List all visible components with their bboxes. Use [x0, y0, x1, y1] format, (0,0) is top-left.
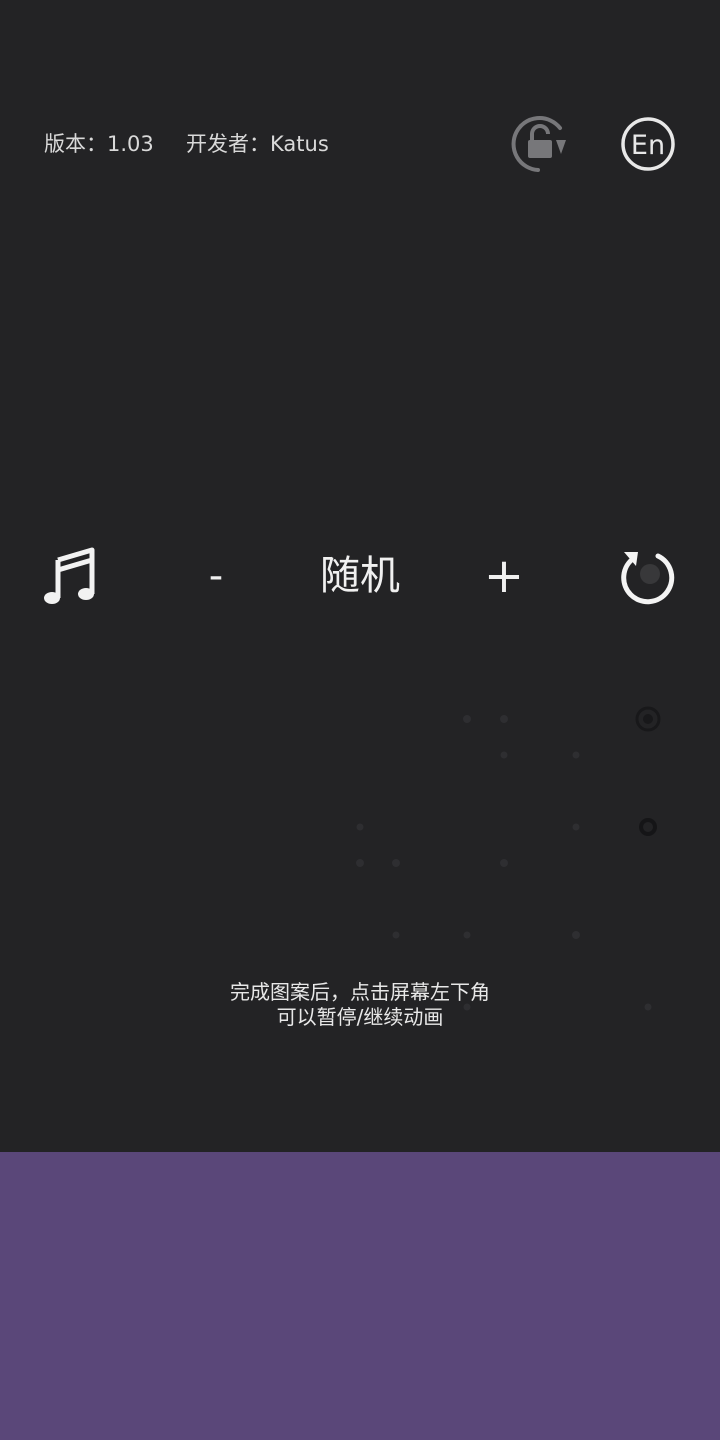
hint-line-2: 可以暂停/继续动画: [276, 1005, 444, 1029]
version-text: 版本：1.03: [44, 132, 154, 156]
controls-row: - 随机 +: [0, 540, 720, 610]
canvas-area[interactable]: 版本：1.03 开发者：Katus En - 随机 + 完成图案后，点击屏幕左下…: [0, 0, 720, 1152]
mode-label[interactable]: 随机: [300, 546, 420, 606]
language-label: En: [631, 130, 665, 161]
bottom-panel: [0, 1152, 720, 1440]
increase-button[interactable]: +: [482, 546, 526, 606]
rotate-unlock-icon[interactable]: [508, 114, 576, 174]
music-note-icon[interactable]: [42, 546, 98, 606]
decrease-button[interactable]: -: [196, 548, 236, 604]
hint-text: 完成图案后，点击屏幕左下角 可以暂停/继续动画: [0, 980, 720, 1030]
en-language-icon[interactable]: En: [620, 116, 676, 172]
developer-text: 开发者：Katus: [186, 132, 329, 156]
app-screen: 版本：1.03 开发者：Katus En - 随机 + 完成图案后，点击屏幕左下…: [0, 0, 720, 1440]
hint-line-1: 完成图案后，点击屏幕左下角: [230, 980, 490, 1004]
refresh-icon[interactable]: [614, 544, 680, 610]
